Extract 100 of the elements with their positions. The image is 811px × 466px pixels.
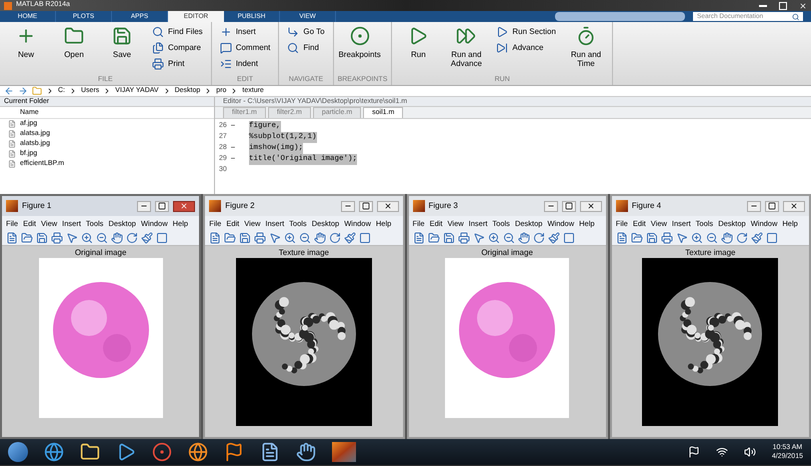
document-icon[interactable]	[260, 442, 280, 462]
browser-icon[interactable]	[44, 442, 64, 462]
file-icon	[8, 140, 16, 148]
close-button[interactable]	[173, 200, 196, 212]
rotate-icon[interactable]	[532, 232, 544, 244]
window-title: Figure 1	[22, 200, 52, 212]
ribbon-button[interactable]: Indent	[216, 56, 274, 72]
ribbon-button[interactable]: Breakpoints	[338, 22, 382, 59]
save-icon[interactable]	[646, 232, 658, 244]
folder-icon[interactable]	[80, 442, 100, 462]
zoom-in-icon[interactable]	[284, 232, 296, 244]
hand-icon[interactable]	[314, 232, 326, 244]
printer-icon[interactable]	[458, 232, 470, 244]
axes-title: Texture image	[685, 248, 736, 258]
ribbon-button[interactable]: Advance	[492, 40, 560, 56]
ribbon-button[interactable]: Open	[52, 22, 96, 59]
hand-icon[interactable]	[518, 232, 530, 244]
maximize-button[interactable]	[562, 200, 576, 212]
zoom-out-icon[interactable]	[706, 232, 718, 244]
close-button[interactable]	[580, 200, 602, 212]
file-icon	[8, 160, 16, 168]
chevron-icon	[46, 87, 54, 95]
save-icon	[112, 26, 132, 46]
zoom-out-icon[interactable]	[502, 232, 514, 244]
brush-icon[interactable]	[344, 232, 356, 244]
flag-icon[interactable]	[688, 446, 700, 458]
zoom-out-icon[interactable]	[299, 232, 312, 244]
close-icon[interactable]	[799, 2, 807, 10]
minimize-button[interactable]	[747, 200, 761, 212]
save-icon[interactable]	[239, 232, 252, 244]
printer-icon[interactable]	[660, 232, 673, 244]
arrow-icon	[287, 26, 300, 38]
ribbon-button[interactable]: Run and Time	[564, 22, 608, 68]
rotate-icon[interactable]	[736, 232, 748, 244]
axes-title: Texture image	[278, 248, 329, 258]
new-file-icon[interactable]	[616, 232, 628, 244]
ribbon-button[interactable]: Insert	[216, 24, 274, 40]
start-button[interactable]	[8, 442, 28, 462]
minimize-button[interactable]	[137, 200, 152, 212]
back-icon[interactable]	[4, 86, 14, 96]
axes-title: Original image	[74, 248, 126, 258]
pointer-icon[interactable]	[269, 232, 282, 244]
ribbon-button[interactable]: Run Section	[492, 24, 560, 40]
ribbon-button[interactable]: Find Files	[148, 24, 207, 40]
close-button[interactable]	[783, 200, 805, 212]
printer-icon[interactable]	[51, 232, 63, 244]
brush-icon[interactable]	[548, 232, 560, 244]
close-button[interactable]	[376, 200, 398, 212]
rotate-icon[interactable]	[126, 232, 138, 244]
hand-icon[interactable]	[111, 232, 123, 244]
ribbon-button[interactable]: Comment	[216, 40, 274, 56]
square-icon[interactable]	[766, 232, 778, 244]
new-file-icon[interactable]	[412, 232, 424, 244]
breakpoint-icon	[350, 26, 370, 46]
square-icon[interactable]	[359, 232, 372, 244]
ribbon-button[interactable]: Run	[396, 22, 440, 59]
save-icon[interactable]	[36, 232, 48, 244]
zoom-in-icon[interactable]	[488, 232, 500, 244]
new-file-icon[interactable]	[6, 232, 18, 244]
file-icon	[8, 120, 16, 128]
ribbon-button[interactable]: Run and Advance	[444, 22, 488, 68]
ribbon-button[interactable]: Print	[148, 56, 207, 72]
save-icon[interactable]	[442, 232, 454, 244]
minimize-button[interactable]	[544, 200, 558, 212]
maximize-icon[interactable]	[779, 2, 787, 10]
square-icon[interactable]	[562, 232, 574, 244]
ribbon-button[interactable]: Go To	[283, 24, 329, 40]
maximize-icon	[768, 202, 776, 210]
minimize-button[interactable]	[340, 200, 354, 212]
zoom-in-icon[interactable]	[81, 232, 93, 244]
brush-icon[interactable]	[141, 232, 153, 244]
axes-title: Original image	[481, 248, 533, 258]
maximize-button[interactable]	[358, 200, 372, 212]
printer-icon[interactable]	[254, 232, 266, 244]
ribbon-button[interactable]: New	[4, 22, 48, 59]
pointer-icon[interactable]	[66, 232, 78, 244]
minimize-icon[interactable]	[759, 4, 767, 6]
file-icon	[8, 150, 16, 158]
rotate-icon[interactable]	[329, 232, 342, 244]
skip-icon	[496, 42, 508, 54]
brush-icon[interactable]	[750, 232, 763, 244]
ribbon-button[interactable]: Compare	[148, 40, 207, 56]
new-file-icon[interactable]	[209, 232, 222, 244]
close-icon	[586, 202, 595, 210]
square-icon[interactable]	[156, 232, 168, 244]
zoom-in-icon[interactable]	[690, 232, 703, 244]
zoom-out-icon[interactable]	[96, 232, 108, 244]
close-icon	[384, 202, 392, 210]
maximize-button[interactable]	[765, 200, 779, 212]
forward-icon[interactable]	[18, 86, 28, 96]
search-icon	[152, 26, 164, 38]
volume-icon[interactable]	[744, 446, 756, 458]
play-icon	[496, 26, 508, 38]
pointer-icon[interactable]	[472, 232, 484, 244]
pointer-icon[interactable]	[676, 232, 688, 244]
maximize-button[interactable]	[155, 200, 170, 212]
indent-icon	[220, 58, 232, 70]
ribbon-button[interactable]: Save	[100, 22, 144, 59]
hand-icon[interactable]	[720, 232, 733, 244]
ribbon-button[interactable]: Find	[283, 40, 329, 56]
